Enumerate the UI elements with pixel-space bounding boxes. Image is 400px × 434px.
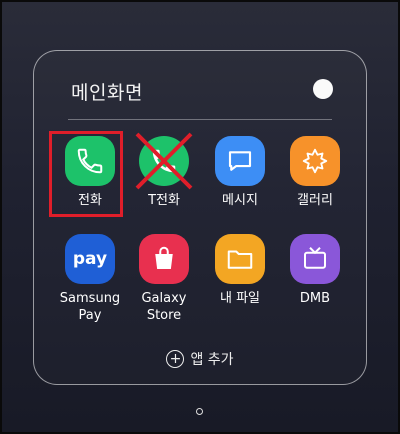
add-apps-button[interactable]: + 앱 추가 [34,349,366,369]
app-label: DMB [299,291,331,306]
samsung-pay-icon: pay [65,234,115,284]
app-label: 메시지 [222,193,258,208]
app-label: Galaxy Store [141,291,187,323]
app-gallery[interactable]: 갤러리 [279,136,351,209]
folder-color-button[interactable] [313,79,333,99]
galaxy-store-icon [139,234,189,284]
app-folder: 메인화면 전화 T전화 메시지 갤러리 pay Samsung Pay Gala… [33,50,367,385]
divider [68,119,332,120]
t-phone-icon [135,132,193,190]
app-samsung-pay[interactable]: pay Samsung Pay [54,234,126,324]
dmb-icon [290,234,340,284]
app-dmb[interactable]: DMB [279,234,351,307]
app-label: T전화 [148,193,180,208]
cross-mark-icon [135,132,193,190]
app-label: 내 파일 [219,291,260,306]
page-indicator [196,408,203,415]
gallery-icon [290,136,340,186]
app-messages[interactable]: 메시지 [204,136,276,209]
messages-icon [215,136,265,186]
plus-circle-icon: + [166,350,185,368]
highlight-box [49,131,123,217]
app-label: 갤러리 [297,193,333,208]
app-galaxy-store[interactable]: Galaxy Store [128,234,200,324]
app-label: Samsung Pay [59,291,121,323]
app-t-phone[interactable]: T전화 [128,132,200,209]
my-files-icon [215,234,265,284]
pay-icon-text: pay [72,249,108,269]
add-apps-label: 앱 추가 [190,352,234,368]
app-my-files[interactable]: 내 파일 [204,234,276,307]
folder-title[interactable]: 메인화면 [71,78,143,105]
